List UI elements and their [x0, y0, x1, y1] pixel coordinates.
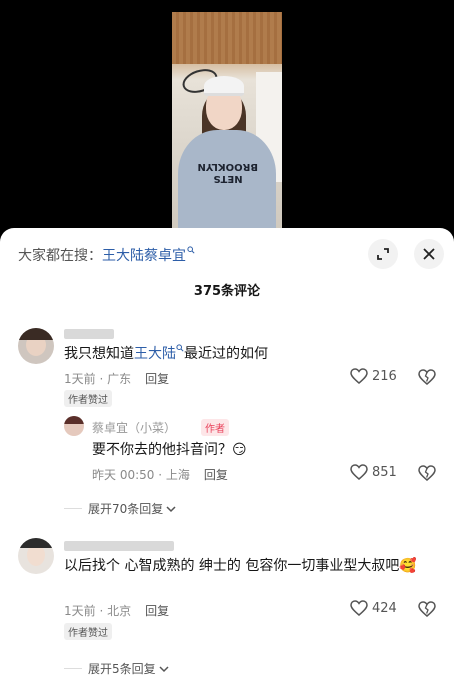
chevron-down-icon: [166, 502, 176, 516]
author-username[interactable]: 蔡卓宜（小菜）: [92, 419, 176, 436]
avatar[interactable]: [18, 538, 54, 574]
broken-heart-icon[interactable]: [418, 465, 436, 485]
comment-time: 1天前 · 广东: [64, 372, 132, 386]
comment-meta: 1天前 · 广东 回复: [64, 370, 169, 387]
reply-item: 蔡卓宜（小菜） 作者 要不你去的他抖音问？😏 昨天 00:50 · 上海 回复 8…: [0, 412, 454, 492]
like-count: 424: [372, 600, 397, 616]
expand-replies-button[interactable]: 展开5条回复: [64, 660, 169, 677]
shirt-print: NETS BROOKLYN: [197, 160, 259, 184]
like-button[interactable]: 851: [350, 464, 397, 480]
like-button[interactable]: 424: [350, 600, 397, 616]
like-button[interactable]: 216: [350, 368, 397, 384]
username-obscured[interactable]: [64, 538, 174, 552]
expand-icon[interactable]: [368, 239, 398, 269]
reply-button[interactable]: 回复: [145, 604, 169, 618]
comment-item: 以后找个 心智成熟的 绅士的 包容你一切事业型大叔吧🥰 1天前 · 北京 回复 作…: [0, 530, 454, 650]
mention-link[interactable]: 王大陆: [134, 346, 176, 362]
heart-icon: [350, 600, 368, 616]
video-frame[interactable]: NETS BROOKLYN: [172, 12, 282, 236]
expand-label: 展开70条回复: [88, 502, 164, 516]
video-player[interactable]: NETS BROOKLYN: [0, 0, 454, 236]
search-icon: [176, 344, 184, 362]
expand-label: 展开5条回复: [88, 662, 156, 676]
comment-item: 我只想知道王大陆 最近过的如何 1天前 · 广东 回复 作者赞过 216: [0, 318, 454, 418]
hug-emoji: 🥰: [399, 558, 417, 574]
reply-meta: 昨天 00:50 · 上海 回复: [92, 466, 228, 483]
username-obscured[interactable]: [64, 326, 114, 340]
author-liked-badge: 作者赞过: [64, 623, 112, 640]
author-liked-badge: 作者赞过: [64, 390, 112, 407]
broken-heart-icon[interactable]: [418, 369, 436, 389]
comments-panel: 大家都在搜： 王大陆蔡卓宜 375条评论 我只想知道王大陆 最近过的如何 1天前 …: [0, 228, 454, 690]
search-prefix: 大家都在搜：: [18, 248, 102, 264]
reply-time: 昨天 00:50 · 上海: [92, 468, 190, 482]
divider: [64, 508, 82, 509]
avatar[interactable]: [64, 416, 84, 436]
comment-time: 1天前 · 北京: [64, 604, 132, 618]
comment-text: 我只想知道王大陆 最近过的如何: [64, 344, 268, 362]
comment-text: 以后找个 心智成熟的 绅士的 包容你一切事业型大叔吧🥰: [64, 558, 417, 574]
video-ceiling: [172, 12, 282, 64]
shirt-line-1: BROOKLYN: [197, 161, 259, 172]
search-term-link[interactable]: 王大陆蔡卓宜: [102, 245, 186, 265]
heart-icon: [350, 368, 368, 384]
video-person-cap: [204, 76, 244, 96]
broken-heart-icon[interactable]: [418, 601, 436, 621]
divider: [64, 668, 82, 669]
chevron-down-icon: [159, 662, 169, 676]
expand-replies-button[interactable]: 展开70条回复: [64, 500, 176, 517]
heart-icon: [350, 464, 368, 480]
like-count: 851: [372, 464, 397, 480]
shirt-line-2: NETS: [213, 173, 243, 184]
avatar[interactable]: [18, 328, 54, 364]
reply-text: 要不你去的他抖音问？😏: [92, 442, 247, 458]
comment-count: 375条评论: [193, 284, 261, 299]
comment-meta: 1天前 · 北京 回复: [64, 602, 169, 619]
smirk-emoji: 😏: [232, 442, 247, 458]
like-count: 216: [372, 368, 397, 384]
reply-button[interactable]: 回复: [204, 468, 228, 482]
author-tag: 作者: [201, 419, 229, 436]
reply-button[interactable]: 回复: [145, 372, 169, 386]
search-icon: [187, 245, 195, 257]
close-icon[interactable]: [414, 239, 444, 269]
